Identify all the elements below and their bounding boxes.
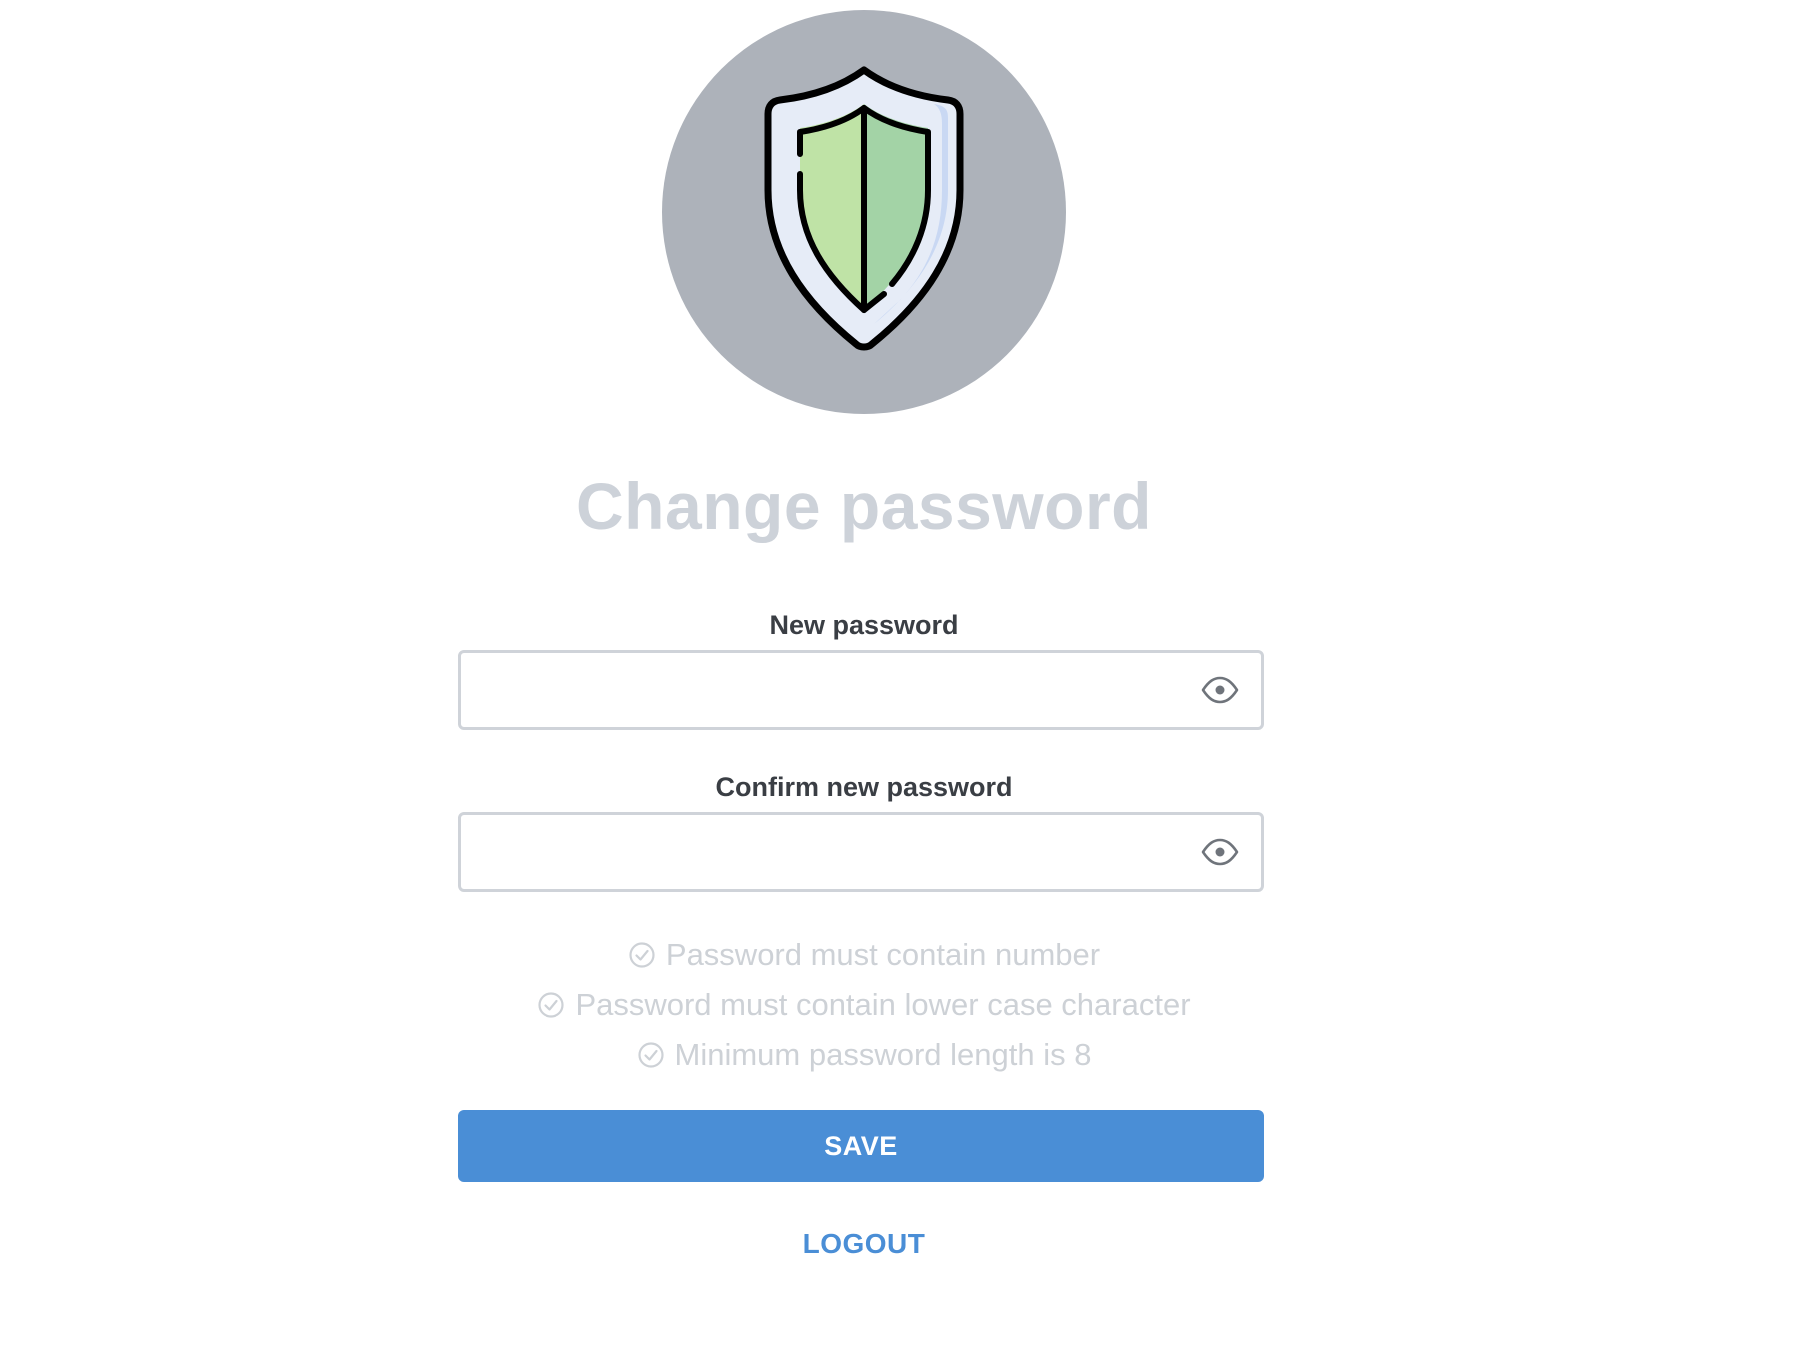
confirm-password-input[interactable] bbox=[477, 815, 1181, 891]
change-password-page: Change password New password Confirm new… bbox=[0, 0, 1818, 1368]
check-circle-icon bbox=[637, 1041, 665, 1069]
save-button[interactable]: SAVE bbox=[458, 1110, 1264, 1182]
rule-text: Minimum password length is 8 bbox=[674, 1037, 1092, 1072]
confirm-password-label: Confirm new password bbox=[715, 772, 1013, 802]
confirm-password-field[interactable] bbox=[458, 812, 1264, 892]
hero-badge bbox=[662, 10, 1066, 414]
page-title: Change password bbox=[576, 469, 1152, 543]
rule-text: Password must contain number bbox=[665, 937, 1101, 972]
eye-icon[interactable] bbox=[1201, 835, 1239, 869]
rule-text: Password must contain lower case charact… bbox=[575, 987, 1191, 1022]
new-password-field[interactable] bbox=[458, 650, 1264, 730]
eye-icon[interactable] bbox=[1201, 673, 1239, 707]
check-circle-icon bbox=[537, 991, 565, 1019]
logout-link[interactable]: LOGOUT bbox=[0, 1228, 1728, 1260]
shield-icon bbox=[764, 66, 964, 351]
check-circle-icon bbox=[628, 941, 656, 969]
rule-item: Password must contain lower case charact… bbox=[0, 980, 1728, 1030]
password-rules: Password must contain number Password mu… bbox=[0, 930, 1728, 1080]
new-password-label: New password bbox=[769, 610, 959, 640]
rule-item: Minimum password length is 8 bbox=[0, 1030, 1728, 1080]
new-password-input[interactable] bbox=[477, 653, 1181, 729]
rule-item: Password must contain number bbox=[0, 930, 1728, 980]
